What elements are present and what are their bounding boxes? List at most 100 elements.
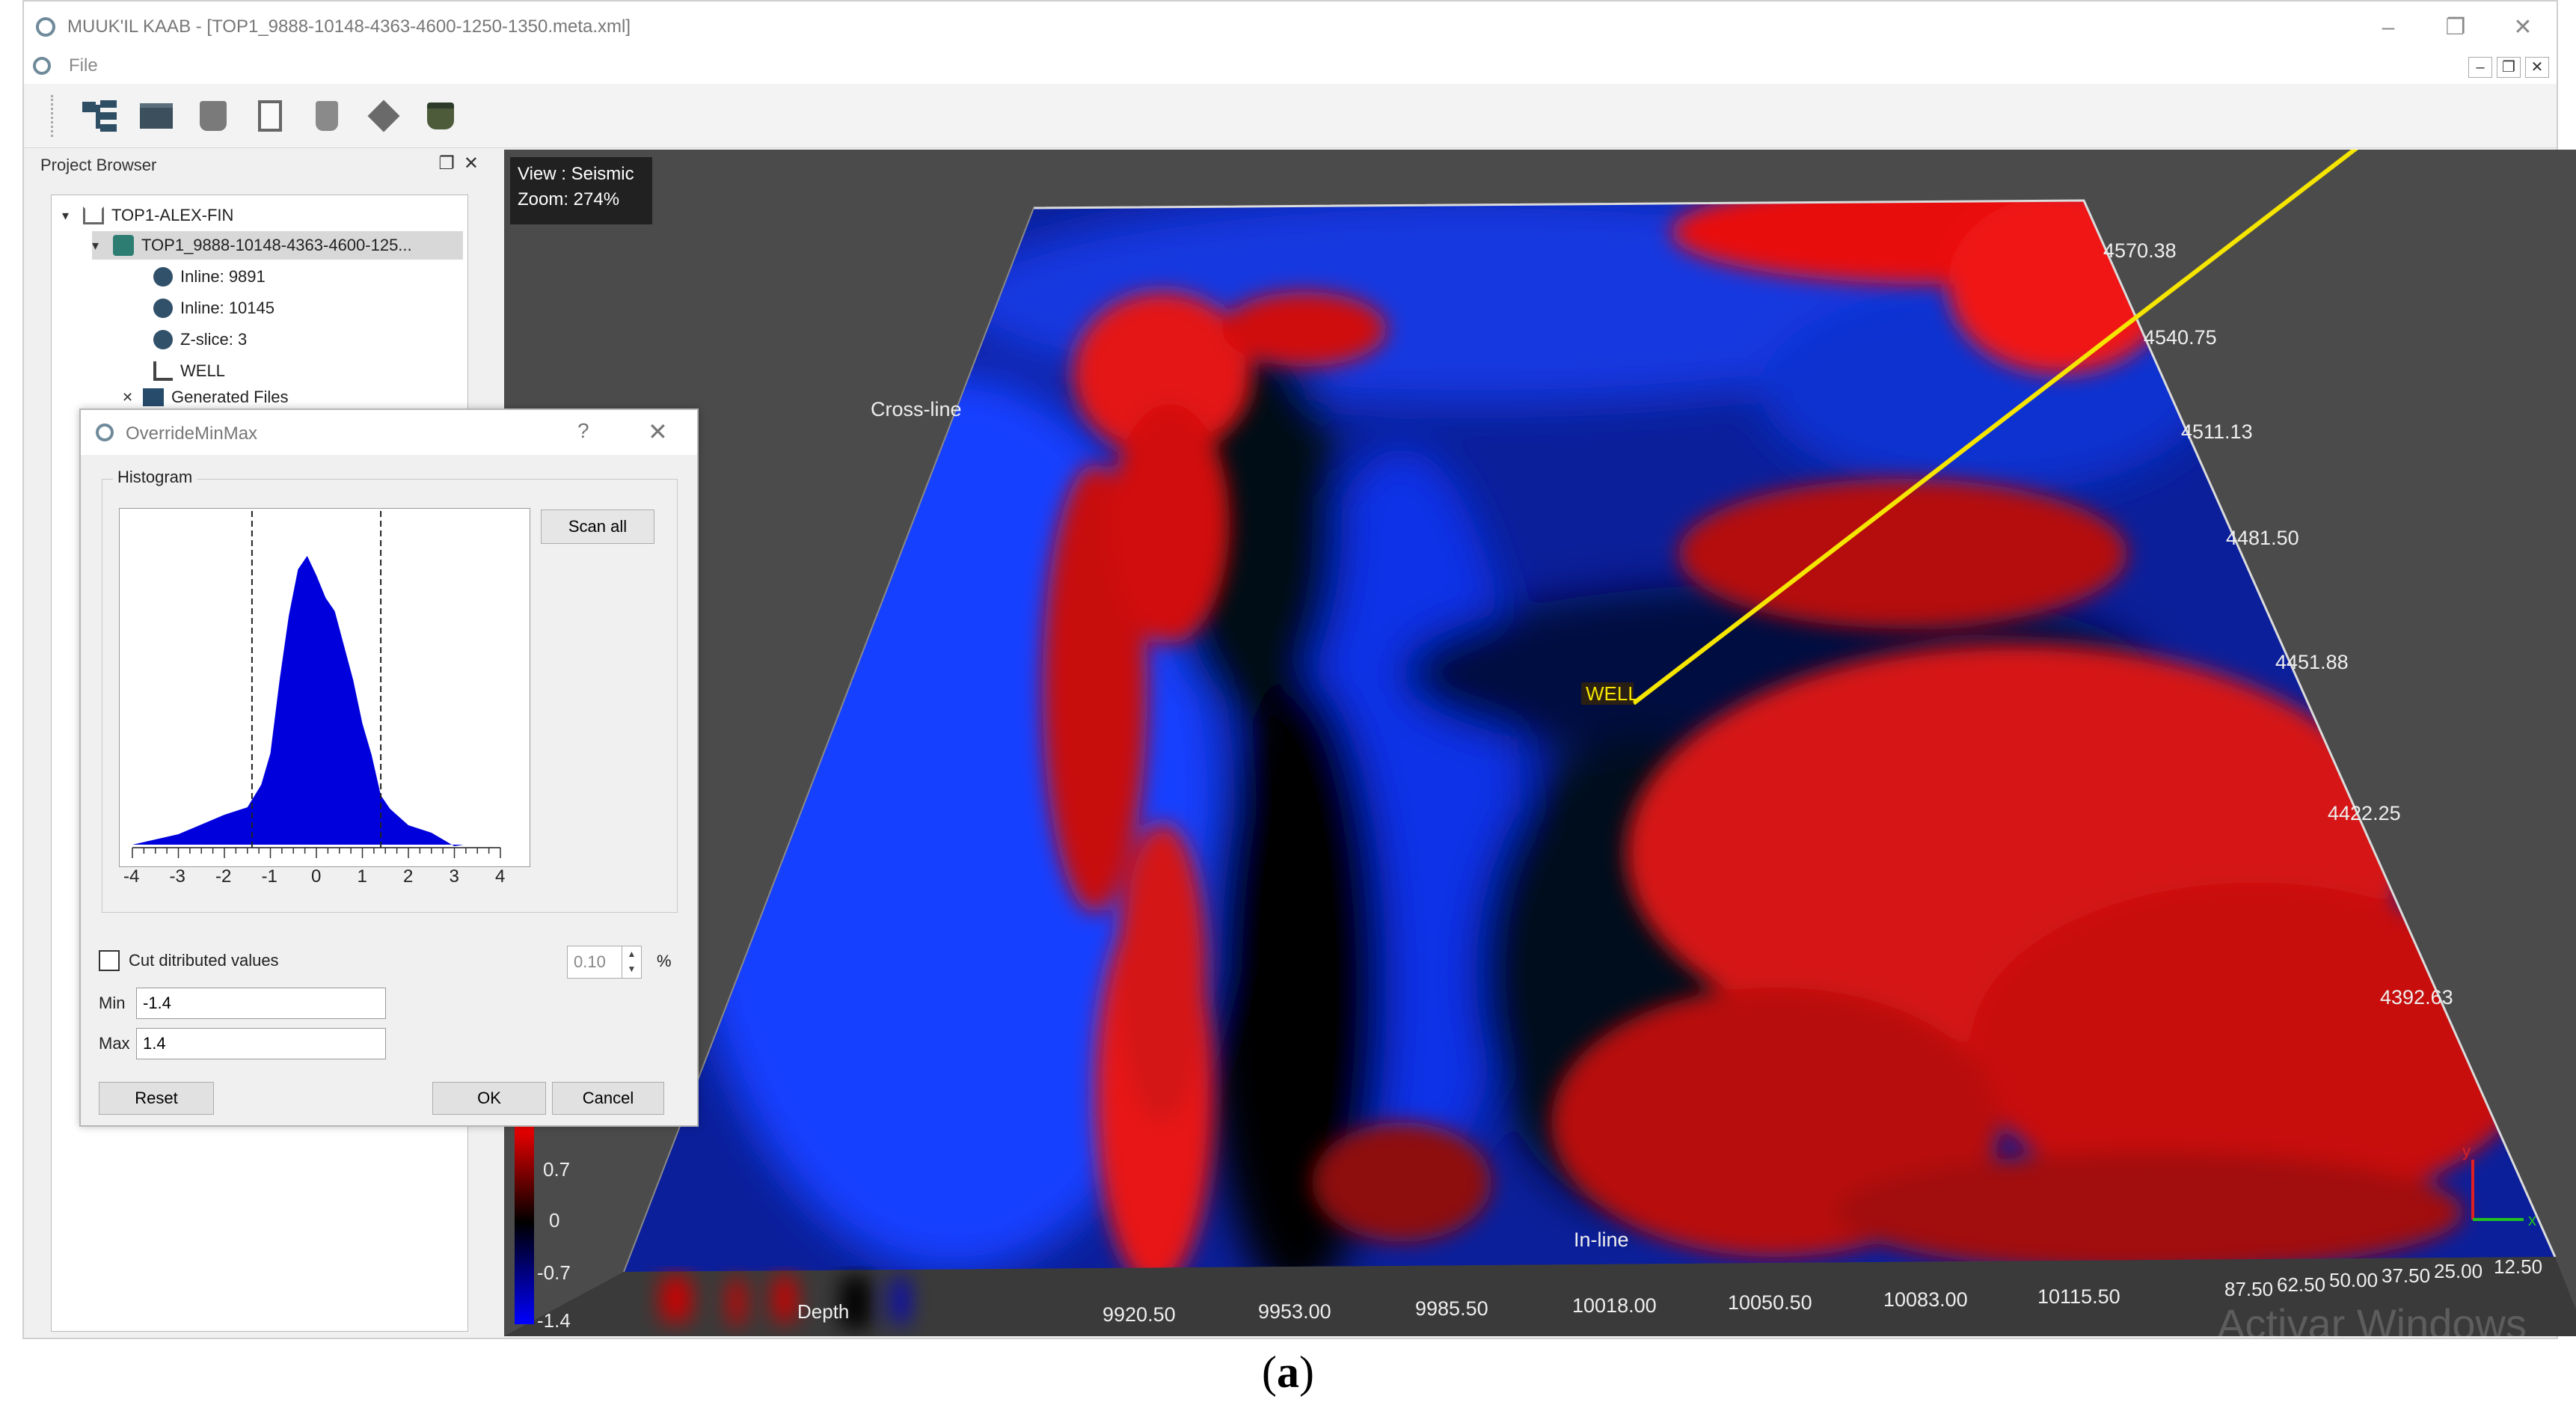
home-icon bbox=[83, 206, 104, 224]
cut-percent-value: 0.10 bbox=[574, 952, 606, 971]
dialog-close-button[interactable]: ✕ bbox=[648, 417, 668, 446]
restore-button[interactable]: ❐ bbox=[2422, 9, 2489, 46]
histogram-tick-label: -3 bbox=[170, 866, 185, 887]
histogram-tick-label: -1 bbox=[262, 866, 277, 887]
tree-item-label: Z-slice: 3 bbox=[180, 330, 248, 349]
new-document-button[interactable] bbox=[251, 97, 289, 135]
inline-tick: 10050.50 bbox=[1728, 1291, 1812, 1314]
tree-item-label: Inline: 9891 bbox=[180, 267, 266, 286]
app-window: MUUK'IL KAAB - [TOP1_9888-10148-4363-460… bbox=[22, 0, 2576, 1339]
depth-axis-label: Depth bbox=[797, 1300, 849, 1323]
panel-float-close-buttons[interactable]: ❐✕ bbox=[438, 153, 488, 174]
mdi-restore-button[interactable]: ❐ bbox=[2497, 57, 2521, 78]
bucket-icon bbox=[200, 100, 227, 131]
help-button[interactable]: ? bbox=[577, 419, 589, 443]
colorbar-tick: -1.4 bbox=[537, 1309, 571, 1332]
histogram-chart: -4 -3 -2 -1 0 1 2 3 4 bbox=[123, 511, 505, 887]
volume-cube-icon bbox=[113, 235, 134, 256]
cut-distributed-row: Cut ditributed values bbox=[99, 950, 279, 971]
max-input[interactable] bbox=[136, 1028, 386, 1059]
mdi-close-button[interactable]: ✕ bbox=[2525, 57, 2549, 78]
crossline-tick: 4511.13 bbox=[2181, 420, 2253, 443]
window-controls: – ❐ ✕ bbox=[2355, 9, 2557, 46]
inline-tick: 9920.50 bbox=[1103, 1303, 1176, 1326]
depth-tick: 25.00 bbox=[2434, 1260, 2483, 1282]
tree-item-inline-10145[interactable]: Inline: 10145 bbox=[153, 294, 275, 322]
cube-icon bbox=[367, 100, 400, 132]
caption-letter: a bbox=[1277, 1347, 1299, 1397]
open-folder-button[interactable] bbox=[138, 97, 175, 135]
y-axis-gizmo-label: y bbox=[2462, 1142, 2471, 1160]
tree-item-zslice[interactable]: Z-slice: 3 bbox=[153, 325, 247, 354]
min-input[interactable] bbox=[136, 988, 386, 1019]
histogram-tick-label: 3 bbox=[450, 866, 459, 887]
title-bar: MUUK'IL KAAB - [TOP1_9888-10148-4363-460… bbox=[24, 1, 2557, 46]
bucket-button[interactable] bbox=[194, 97, 232, 135]
colorbar-tick: 0 bbox=[549, 1209, 559, 1231]
cut-distributed-checkbox[interactable] bbox=[99, 950, 120, 971]
fill-icon bbox=[316, 100, 338, 131]
dialog-title-bar: OverrideMinMax ? ✕ bbox=[81, 410, 697, 455]
project-browser-header: Project Browser ❐✕ bbox=[36, 150, 494, 180]
histogram-tick-label: 0 bbox=[311, 866, 321, 887]
depth-tick: 50.00 bbox=[2329, 1269, 2378, 1291]
cube-view-button[interactable] bbox=[365, 97, 402, 135]
histogram-area bbox=[132, 556, 464, 846]
folder-icon bbox=[140, 102, 173, 129]
reset-button[interactable]: Reset bbox=[99, 1082, 214, 1115]
chevron-down-icon[interactable]: ▾ bbox=[92, 238, 105, 254]
crossline-tick: 4422.25 bbox=[2328, 802, 2401, 824]
dialog-logo-icon bbox=[96, 423, 114, 441]
seismic-slice bbox=[624, 201, 2555, 1272]
tree-item-inline-9891[interactable]: Inline: 9891 bbox=[153, 263, 266, 291]
tree-item-generated-files[interactable]: ✕ Generated Files bbox=[122, 387, 289, 408]
mdi-minimize-button[interactable]: – bbox=[2468, 57, 2492, 78]
tree-item-well[interactable]: WELL bbox=[153, 357, 225, 385]
activation-watermark: Activar Windows bbox=[2217, 1300, 2527, 1336]
zslice-icon bbox=[153, 330, 173, 349]
figure-caption: (a) bbox=[1262, 1347, 1314, 1397]
ok-button[interactable]: OK bbox=[432, 1082, 546, 1115]
max-label: Max bbox=[99, 1034, 130, 1053]
colorbar-tick: 0.7 bbox=[543, 1158, 570, 1181]
view-info-overlay: View : Seismic Zoom: 274% bbox=[510, 157, 652, 224]
inline-tick: 10115.50 bbox=[2037, 1285, 2120, 1308]
scan-all-button[interactable]: Scan all bbox=[541, 509, 654, 544]
tree-item-label: Generated Files bbox=[171, 388, 289, 406]
chevron-icon[interactable]: ✕ bbox=[122, 390, 135, 406]
spin-arrows-icon[interactable]: ▲ ▼ bbox=[622, 946, 641, 978]
depth-tick: 37.50 bbox=[2382, 1264, 2430, 1287]
crossline-tick: 4570.38 bbox=[2103, 239, 2177, 262]
zoom-level-text: Zoom: 274% bbox=[518, 189, 620, 209]
minimize-button[interactable]: – bbox=[2355, 9, 2422, 46]
toolbar-grip[interactable] bbox=[51, 94, 55, 137]
project-tree-button[interactable] bbox=[81, 97, 118, 135]
menu-file[interactable]: File bbox=[69, 55, 98, 76]
tree-icon bbox=[82, 100, 117, 132]
inline-tick: 9985.50 bbox=[1415, 1297, 1488, 1320]
tree-item-volume[interactable]: ▾ TOP1_9888-10148-4363-4600-125... bbox=[92, 231, 463, 260]
inline-tick: 10018.00 bbox=[1572, 1294, 1657, 1317]
chevron-down-icon[interactable]: ▾ bbox=[62, 208, 76, 224]
seismic-3d-viewport[interactable]: WELL Cross-line In-line Depth 4570.38 45… bbox=[504, 150, 2576, 1336]
tree-item-project[interactable]: ▾ TOP1-ALEX-FIN bbox=[62, 201, 233, 230]
files-icon bbox=[143, 388, 164, 406]
cut-percent-spinbox[interactable]: 0.10 ▲ ▼ bbox=[567, 946, 642, 979]
histogram-tick-label: 2 bbox=[403, 866, 413, 887]
cancel-button[interactable]: Cancel bbox=[552, 1082, 664, 1115]
inline-tick: 9953.00 bbox=[1258, 1300, 1331, 1323]
depth-tick: 62.50 bbox=[2277, 1273, 2325, 1296]
document-logo-icon bbox=[33, 57, 51, 75]
well-label: WELL bbox=[1586, 682, 1639, 705]
histogram-tick-label: 1 bbox=[358, 866, 367, 887]
paint-pot-button[interactable] bbox=[422, 97, 459, 135]
fill-button[interactable] bbox=[308, 97, 346, 135]
seismic-scene: WELL Cross-line In-line Depth 4570.38 45… bbox=[504, 150, 2576, 1336]
cut-distributed-label: Cut ditributed values bbox=[129, 951, 279, 970]
tree-item-label: TOP1_9888-10148-4363-4600-125... bbox=[141, 236, 412, 254]
close-button[interactable]: ✕ bbox=[2489, 9, 2557, 46]
colorbar-tick: -0.7 bbox=[537, 1261, 571, 1284]
percent-unit: % bbox=[657, 952, 672, 970]
depth-tick: 12.50 bbox=[2494, 1255, 2542, 1278]
x-axis-gizmo-label: x bbox=[2528, 1211, 2536, 1229]
